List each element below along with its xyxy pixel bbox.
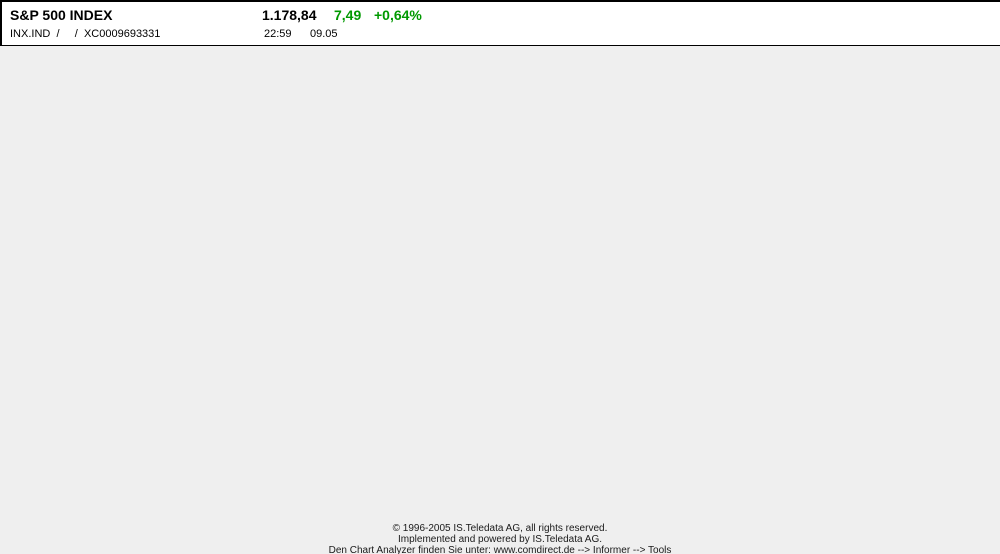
- chart-analyzer-screen: S&P 500 INDEX 1.178,84 7,49 +0,64% INX.I…: [0, 0, 1000, 554]
- quote-time: 22:59: [264, 28, 292, 40]
- footer-powered: Implemented and powered by IS.Teledata A…: [0, 534, 1000, 545]
- header: S&P 500 INDEX 1.178,84 7,49 +0,64% INX.I…: [0, 2, 1000, 46]
- footer: © 1996-2005 IS.Teledata AG, all rights r…: [0, 523, 1000, 554]
- last-price: 1.178,84: [262, 7, 317, 23]
- change-percent: +0,64%: [374, 7, 422, 23]
- footer-copyright: © 1996-2005 IS.Teledata AG, all rights r…: [0, 523, 1000, 534]
- instrument-title: S&P 500 INDEX: [10, 7, 112, 23]
- quote-date: 09.05: [310, 28, 338, 40]
- instrument-id: INX.IND / / XC0009693331: [10, 28, 160, 40]
- change-absolute: 7,49: [334, 7, 361, 23]
- footer-info: Den Chart Analyzer finden Sie unter: www…: [0, 545, 1000, 554]
